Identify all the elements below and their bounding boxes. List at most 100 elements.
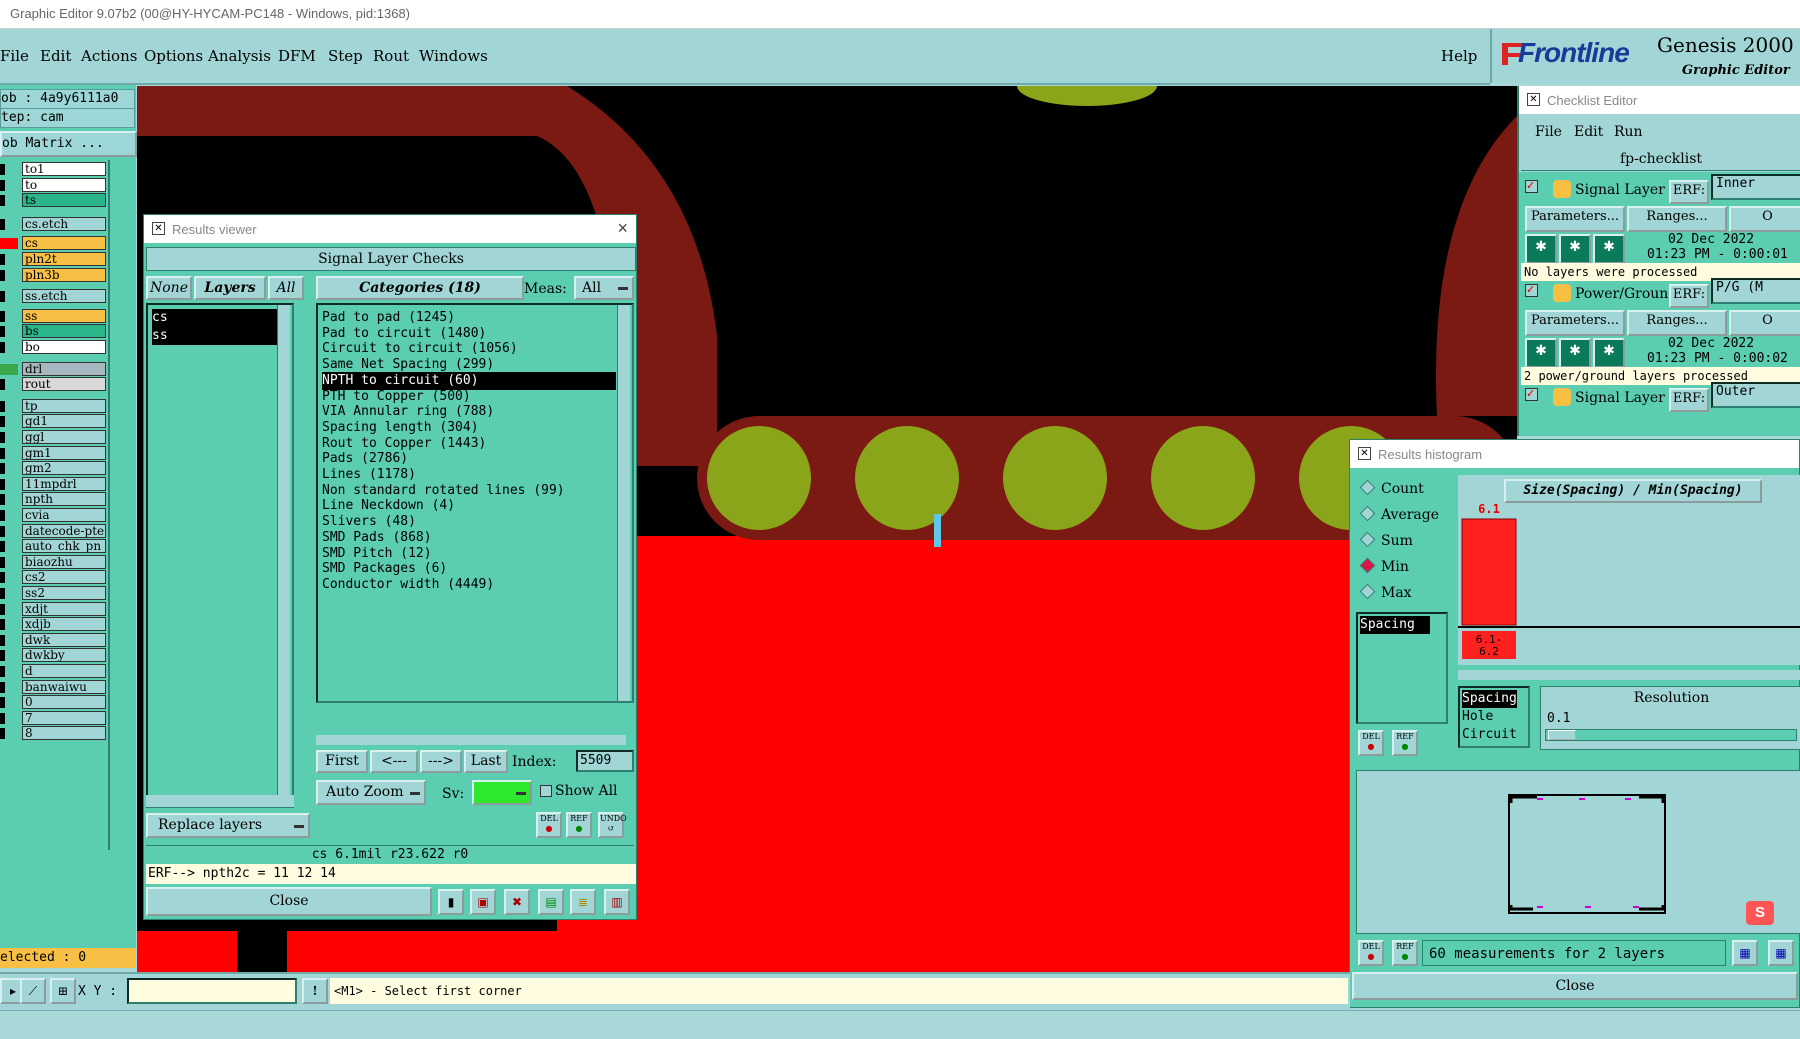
categories-hscroll[interactable] xyxy=(316,735,626,745)
histogram-bar[interactable] xyxy=(1461,518,1517,626)
check-icon[interactable]: ✓ xyxy=(1525,284,1538,297)
list-item[interactable]: ss xyxy=(152,327,278,345)
checklist-menu-file[interactable]: File xyxy=(1535,124,1562,140)
layer-row[interactable]: 11mpdrl xyxy=(0,476,106,492)
o-button[interactable]: O xyxy=(1729,310,1800,336)
menu-step[interactable]: Step xyxy=(328,47,363,65)
categories-scrollbar[interactable] xyxy=(617,305,630,701)
layers-button[interactable]: Layers xyxy=(194,276,266,300)
menu-rout[interactable]: Rout xyxy=(373,47,409,65)
ime-icon[interactable]: S xyxy=(1746,901,1774,925)
first-button[interactable]: First xyxy=(316,750,368,773)
lamp-icon[interactable]: ▮ xyxy=(438,889,464,915)
layer-row[interactable]: d xyxy=(0,664,106,679)
layer-row[interactable]: rout xyxy=(0,377,106,392)
layer-row[interactable]: cs2 xyxy=(0,570,106,585)
report-icon[interactable]: ≣ xyxy=(570,889,596,915)
graph2-icon[interactable]: ▦ xyxy=(1768,940,1794,966)
page-icon[interactable]: ▤ xyxy=(538,889,564,915)
none-button[interactable]: None xyxy=(146,276,192,300)
list-item[interactable]: cs xyxy=(152,309,278,327)
layer-row[interactable]: gm1 xyxy=(0,445,106,461)
o-button[interactable]: O xyxy=(1729,206,1800,232)
measure-list[interactable]: Spacing xyxy=(1356,612,1448,724)
run-icon[interactable]: ✱ xyxy=(1525,234,1557,264)
category-item[interactable]: Conductor width (4449) xyxy=(322,576,616,594)
layer-row[interactable]: tp xyxy=(0,398,106,414)
layer-row[interactable]: banwaiwu xyxy=(0,679,106,695)
categories-button[interactable]: Categories (18) xyxy=(316,276,524,300)
check-icon[interactable]: ✓ xyxy=(1525,388,1538,401)
layer-results-list[interactable]: cs ss xyxy=(146,303,294,808)
histogram-close-button[interactable]: Close xyxy=(1352,972,1798,1000)
layer-row[interactable]: ss.etch xyxy=(0,289,106,304)
next-button[interactable]: ---> xyxy=(420,750,462,773)
mode-option[interactable]: Count xyxy=(1356,478,1424,500)
layer-row[interactable]: pln3b xyxy=(0,267,106,283)
auto-zoom-select[interactable]: Auto Zoom xyxy=(316,780,426,805)
layer-row[interactable]: bo xyxy=(0,340,106,355)
run-icon[interactable]: ✱ xyxy=(1593,234,1625,264)
layer-row[interactable]: dwk xyxy=(0,632,106,648)
layer-row[interactable]: ss xyxy=(0,308,106,324)
layer-row[interactable]: bs xyxy=(0,324,106,339)
list-item[interactable]: Spacing xyxy=(1360,616,1430,634)
resolution-slider[interactable] xyxy=(1545,729,1797,741)
ranges-button[interactable]: Ranges... xyxy=(1627,206,1727,232)
del-button[interactable]: DEL ● xyxy=(536,812,562,838)
resolution-slider-thumb[interactable] xyxy=(1548,730,1576,740)
layer-row[interactable]: 8 xyxy=(0,726,106,741)
run-icon[interactable]: ✱ xyxy=(1593,338,1625,368)
layer-row[interactable]: xdjb xyxy=(0,617,106,632)
menu-help[interactable]: Help xyxy=(1441,47,1477,65)
checklist-menu-run[interactable]: Run xyxy=(1614,124,1643,140)
layer-row[interactable]: 7 xyxy=(0,710,106,726)
layer-row[interactable]: gd1 xyxy=(0,414,106,429)
xy-input[interactable] xyxy=(127,978,297,1004)
last-button[interactable]: Last xyxy=(464,750,508,773)
job-matrix-button[interactable]: ob Matrix ... xyxy=(0,131,137,157)
mode-option[interactable]: Max xyxy=(1356,582,1412,604)
layer-row[interactable]: ss2 xyxy=(0,586,106,601)
meas-select[interactable]: All xyxy=(574,276,634,300)
mode-option[interactable]: Min xyxy=(1356,556,1409,578)
ranges-button[interactable]: Ranges... xyxy=(1627,310,1727,336)
erf-input[interactable]: Inner xyxy=(1711,174,1800,200)
layer-row[interactable]: to xyxy=(0,177,106,193)
run-icon[interactable]: ✱ xyxy=(1525,338,1557,368)
layer-row[interactable]: cs.etch xyxy=(0,216,106,232)
layer-row[interactable]: cvia xyxy=(0,508,106,523)
graph-icon[interactable]: ▦ xyxy=(1732,940,1758,966)
layer-row[interactable]: ggl xyxy=(0,430,106,445)
layer-row[interactable]: 0 xyxy=(0,695,106,710)
layer-row[interactable]: biaozhu xyxy=(0,554,106,570)
alert-icon[interactable]: ! xyxy=(302,978,328,1004)
checklist-menu-edit[interactable]: Edit xyxy=(1574,124,1603,140)
erf-input[interactable]: P/G (M xyxy=(1711,278,1800,304)
mode-option[interactable]: Sum xyxy=(1356,530,1413,552)
run-icon[interactable]: ✱ xyxy=(1559,234,1591,264)
show-all-checkbox[interactable] xyxy=(540,785,552,797)
all-button[interactable]: All xyxy=(268,276,304,300)
layer-row[interactable]: xdjt xyxy=(0,601,106,617)
cross-icon[interactable]: ✖ xyxy=(504,889,530,915)
run-icon[interactable]: ✱ xyxy=(1559,338,1591,368)
ref-button[interactable]: REF ● xyxy=(1392,730,1418,756)
measure-icon[interactable]: ⟋ xyxy=(20,978,46,1004)
layer-row[interactable]: npth xyxy=(0,492,106,507)
mode-option[interactable]: Average xyxy=(1356,504,1439,526)
close-icon[interactable]: × xyxy=(617,218,628,239)
menu-edit[interactable]: Edit xyxy=(40,47,71,65)
layer-row[interactable]: auto_chk_pn xyxy=(0,539,106,554)
menu-analysis[interactable]: Analysis xyxy=(208,47,271,65)
layer-row[interactable]: datecode-pte xyxy=(0,523,106,539)
undo-button[interactable]: UNDO ↺ xyxy=(598,812,627,838)
check-icon[interactable]: ✓ xyxy=(1525,180,1538,193)
prev-button[interactable]: <--- xyxy=(370,750,418,773)
menu-windows[interactable]: Windows xyxy=(419,47,488,65)
ref-button[interactable]: REF ● xyxy=(1392,940,1418,966)
replace-layers-select[interactable]: Replace layers xyxy=(146,813,310,838)
type-list[interactable]: Spacing Hole Circuit xyxy=(1458,686,1530,748)
layer-row[interactable]: ts xyxy=(0,193,106,208)
close-button[interactable]: Close xyxy=(146,887,432,916)
